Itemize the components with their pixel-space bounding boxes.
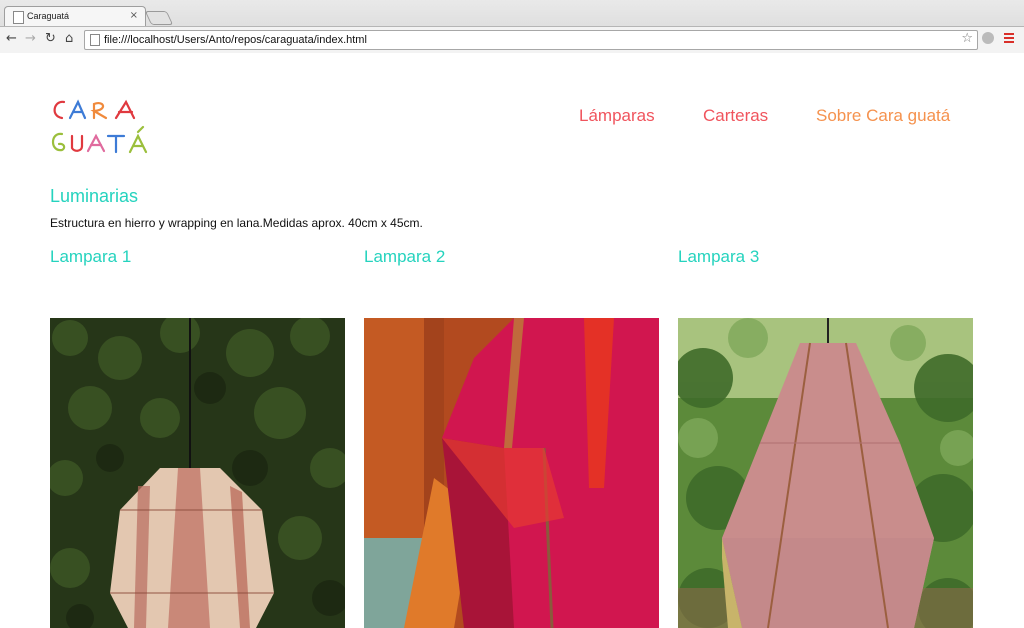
- product-image-1[interactable]: [50, 318, 345, 628]
- product-image-3[interactable]: [678, 318, 973, 628]
- product-title-1[interactable]: Lampara 1: [50, 247, 131, 267]
- site-logo[interactable]: [48, 96, 164, 158]
- section-title: Luminarias: [50, 186, 139, 206]
- tab-strip: Caraguatá ×: [0, 0, 1024, 27]
- section-description: Estructura en hierro y wrapping en lana.…: [50, 216, 423, 230]
- page-icon: [13, 11, 24, 24]
- tab-title: Caraguatá: [27, 11, 70, 21]
- reload-icon[interactable]: ↻: [45, 31, 56, 46]
- nav-link-lamparas[interactable]: Lámparas: [579, 106, 655, 126]
- product-title-3[interactable]: Lampara 3: [678, 247, 759, 267]
- bookmark-star-icon[interactable]: ☆: [961, 31, 973, 46]
- toolbar: ← → ↻ ⌂ file:///localhost/Users/Anto/rep…: [0, 26, 1024, 53]
- home-icon[interactable]: ⌂: [65, 31, 73, 46]
- address-bar[interactable]: file:///localhost/Users/Anto/repos/carag…: [84, 30, 978, 50]
- product-title-2[interactable]: Lampara 2: [364, 247, 445, 267]
- close-tab-icon[interactable]: ×: [130, 10, 138, 21]
- back-arrow-icon[interactable]: ←: [6, 31, 17, 46]
- menu-icon[interactable]: [1004, 33, 1014, 45]
- page-icon: [90, 34, 100, 46]
- nav-link-carteras[interactable]: Carteras: [703, 106, 768, 126]
- browser-tab[interactable]: Caraguatá ×: [4, 6, 146, 27]
- browser-chrome: Caraguatá × ← → ↻ ⌂ file:///localhost/Us…: [0, 0, 1024, 53]
- product-image-2[interactable]: [364, 318, 659, 628]
- extension-icon[interactable]: [982, 32, 994, 44]
- nav-link-about[interactable]: Sobre Cara guatá: [816, 106, 950, 126]
- forward-arrow-icon[interactable]: →: [25, 31, 36, 46]
- url-text[interactable]: file:///localhost/Users/Anto/repos/carag…: [104, 32, 367, 48]
- new-tab-button[interactable]: [144, 11, 174, 25]
